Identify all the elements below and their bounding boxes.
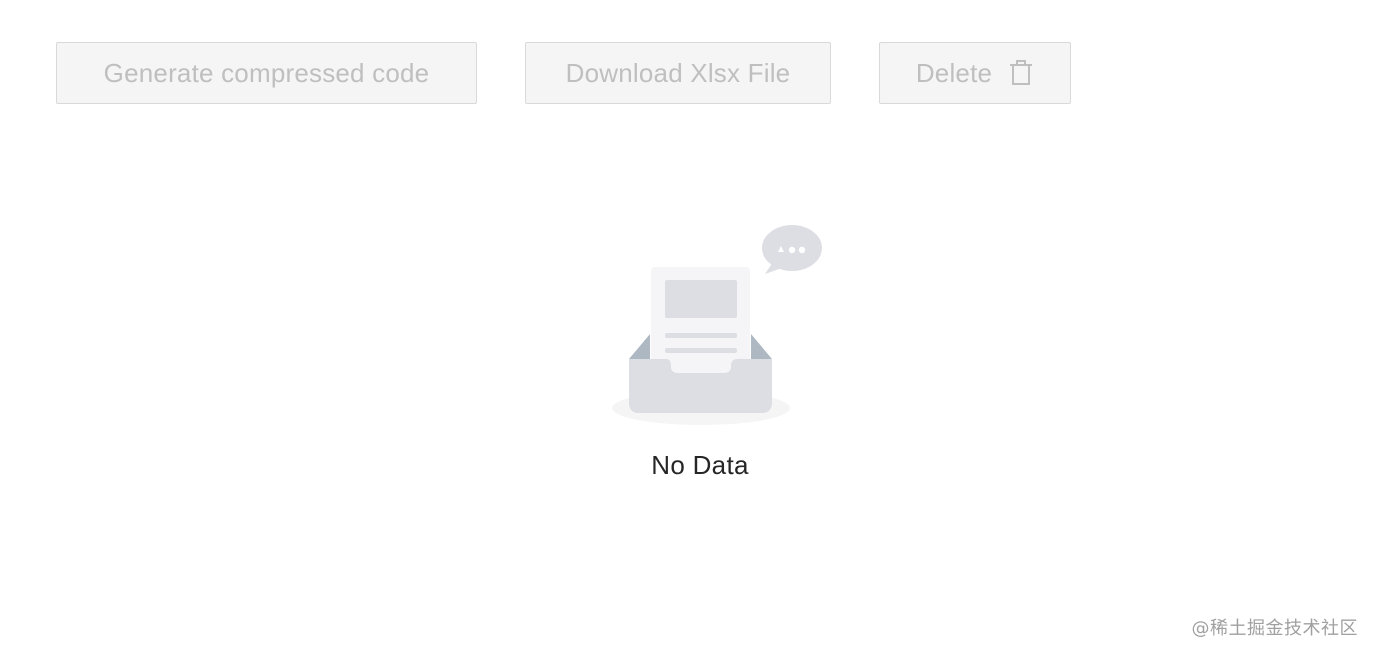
- watermark: @稀土掘金技术社区: [1191, 618, 1358, 639]
- trash-icon: [1008, 59, 1034, 87]
- empty-state-text: No Data: [651, 450, 749, 480]
- empty-state: No Data: [540, 222, 860, 481]
- empty-inbox-icon: [612, 225, 822, 425]
- generate-compressed-code-button[interactable]: Generate compressed code: [56, 42, 477, 104]
- download-xlsx-button[interactable]: Download Xlsx File: [525, 42, 831, 104]
- delete-button-label: Delete: [915, 57, 993, 88]
- delete-button[interactable]: Delete: [879, 42, 1071, 104]
